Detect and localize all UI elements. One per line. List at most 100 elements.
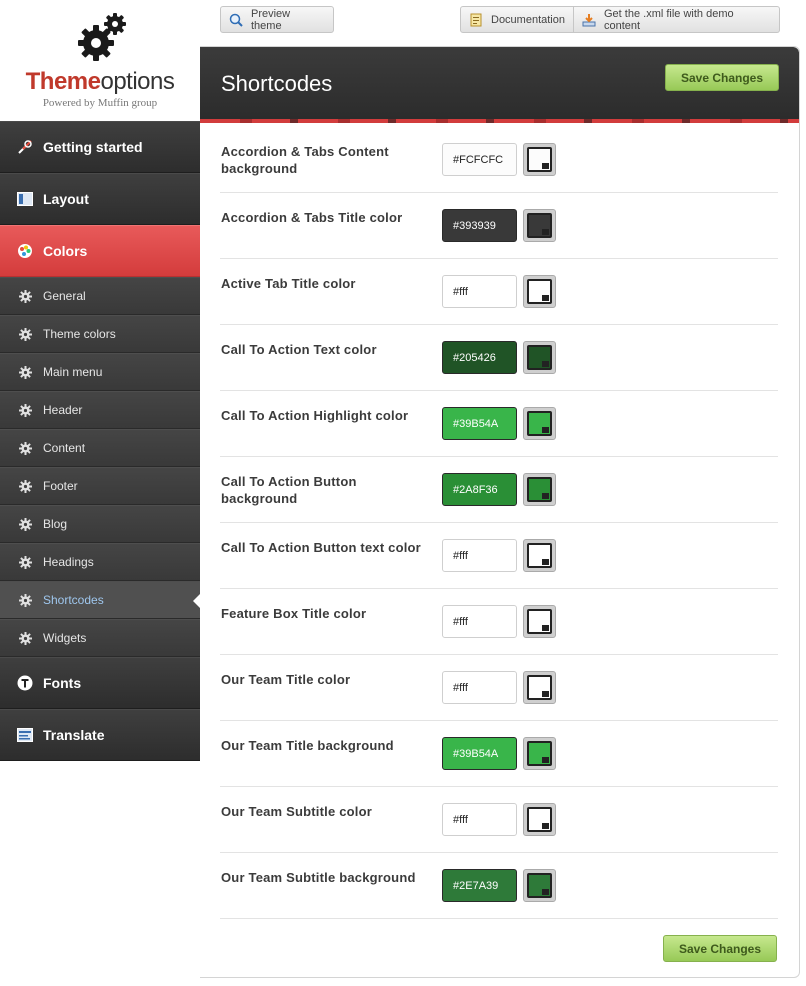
sidebar-item-label: Fonts <box>43 675 82 691</box>
sidebar-subitem-label: Header <box>43 403 83 417</box>
documentation-button[interactable]: Documentation <box>460 6 574 33</box>
sidebar-subitem-blog[interactable]: Blog <box>0 505 200 543</box>
help-button-group: Documentation Get the .xml file with dem… <box>460 6 780 33</box>
option-row: Our Team Title color #fff <box>220 655 778 721</box>
sidebar-item-label: Translate <box>43 727 105 743</box>
color-value-input[interactable]: #205426 <box>442 341 517 374</box>
color-picker-button[interactable] <box>523 407 556 440</box>
tools-icon <box>16 138 34 156</box>
colors-submenu: General Theme colors Main menu Header Conten… <box>0 277 200 657</box>
color-swatch <box>527 675 552 700</box>
palette-icon <box>16 242 34 260</box>
sidebar-item-fonts[interactable]: Fonts <box>0 657 200 709</box>
powered-by: Powered by Muffin group <box>42 97 158 109</box>
color-swatch <box>527 543 552 568</box>
download-icon <box>582 13 596 27</box>
color-swatch <box>527 345 552 370</box>
color-value-input[interactable]: #39B54A <box>442 407 517 440</box>
color-swatch <box>527 411 552 436</box>
sidebar-subitem-label: Main menu <box>43 365 103 379</box>
gear-icon <box>18 593 32 607</box>
color-picker-button[interactable] <box>523 737 556 770</box>
save-changes-button-bottom[interactable]: Save Changes <box>663 935 777 962</box>
option-label: Call To Action Button background <box>221 474 357 506</box>
sidebar-item-colors[interactable]: Colors <box>0 225 200 277</box>
option-label: Feature Box Title color <box>221 606 367 621</box>
options-panel: Shortcodes Save Changes Accordion & Tabs… <box>200 46 800 978</box>
brand-name: Themeoptions <box>25 68 175 95</box>
sidebar-subitem-headings[interactable]: Headings <box>0 543 200 581</box>
magnifier-icon <box>229 13 243 27</box>
color-picker-button[interactable] <box>523 539 556 572</box>
option-label: Accordion & Tabs Title color <box>221 210 403 225</box>
sidebar-subitem-header[interactable]: Header <box>0 391 200 429</box>
sidebar-subitem-main-menu[interactable]: Main menu <box>0 353 200 391</box>
sidebar-item-layout[interactable]: Layout <box>0 173 200 225</box>
sidebar-subitem-footer[interactable]: Footer <box>0 467 200 505</box>
sidebar-subitem-label: Theme colors <box>43 327 116 341</box>
color-value-input[interactable]: #fff <box>442 803 517 836</box>
option-row: Call To Action Button background #2A8F36 <box>220 457 778 523</box>
options-list: Accordion & Tabs Content background #FCFC… <box>220 127 778 919</box>
sidebar-subitem-content[interactable]: Content <box>0 429 200 467</box>
sidebar-subitem-label: Widgets <box>43 631 87 645</box>
color-value-input[interactable]: #2E7A39 <box>442 869 517 902</box>
color-picker-button[interactable] <box>523 605 556 638</box>
color-value-input[interactable]: #393939 <box>442 209 517 242</box>
option-row: Call To Action Highlight color #39B54A <box>220 391 778 457</box>
color-picker-button[interactable] <box>523 275 556 308</box>
color-picker-button[interactable] <box>523 869 556 902</box>
option-row: Our Team Subtitle color #fff <box>220 787 778 853</box>
gear-icon <box>18 441 32 455</box>
color-picker-button[interactable] <box>523 341 556 374</box>
option-row: Call To Action Button text color #fff <box>220 523 778 589</box>
color-value-input[interactable]: #2A8F36 <box>442 473 517 506</box>
option-label: Our Team Subtitle color <box>221 804 372 819</box>
color-swatch <box>527 609 552 634</box>
preview-theme-button[interactable]: Preview theme <box>220 6 334 33</box>
color-swatch <box>527 807 552 832</box>
color-swatch <box>527 873 552 898</box>
download-xml-button[interactable]: Get the .xml file with demo content <box>574 6 780 33</box>
color-picker-button[interactable] <box>523 209 556 242</box>
color-swatch <box>527 279 552 304</box>
sidebar-subitem-theme-colors[interactable]: Theme colors <box>0 315 200 353</box>
gear-icon <box>18 327 32 341</box>
gear-icon <box>18 479 32 493</box>
sidebar-subitem-label: Blog <box>43 517 68 531</box>
sidebar-item-label: Colors <box>43 243 88 259</box>
color-value-input[interactable]: #fff <box>442 671 517 704</box>
sidebar-subitem-label: Content <box>43 441 86 455</box>
color-swatch <box>527 147 552 172</box>
sidebar-item-translate[interactable]: Translate <box>0 709 200 761</box>
option-label: Our Team Title color <box>221 672 351 687</box>
color-value-input[interactable]: #fff <box>442 605 517 638</box>
color-swatch <box>527 477 552 502</box>
color-value-input[interactable]: #fff <box>442 539 517 572</box>
sidebar-item-getting-started[interactable]: Getting started <box>0 121 200 173</box>
option-label: Active Tab Title color <box>221 276 356 291</box>
option-row: Accordion & Tabs Title color #393939 <box>220 193 778 259</box>
header-stripe <box>200 119 799 123</box>
sidebar-subitem-label: Shortcodes <box>43 593 104 607</box>
sidebar-subitem-general[interactable]: General <box>0 277 200 315</box>
color-value-input[interactable]: #FCFCFC <box>442 143 517 176</box>
color-picker-button[interactable] <box>523 803 556 836</box>
sidebar-subitem-widgets[interactable]: Widgets <box>0 619 200 657</box>
save-changes-button[interactable]: Save Changes <box>665 64 779 91</box>
panel-header: Shortcodes Save Changes <box>200 47 799 119</box>
color-value-input[interactable]: #fff <box>442 275 517 308</box>
option-label: Accordion & Tabs Content background <box>221 144 389 176</box>
color-picker-button[interactable] <box>523 473 556 506</box>
document-icon <box>469 13 483 27</box>
option-label: Call To Action Button text color <box>221 540 421 555</box>
sidebar-subitem-label: General <box>43 289 86 303</box>
gear-icon <box>18 631 32 645</box>
font-icon <box>16 674 34 692</box>
color-picker-button[interactable] <box>523 671 556 704</box>
gear-icon <box>18 365 32 379</box>
sidebar-subitem-shortcodes[interactable]: Shortcodes <box>0 581 200 619</box>
color-value-input[interactable]: #39B54A <box>442 737 517 770</box>
color-picker-button[interactable] <box>523 143 556 176</box>
option-row: Our Team Title background #39B54A <box>220 721 778 787</box>
